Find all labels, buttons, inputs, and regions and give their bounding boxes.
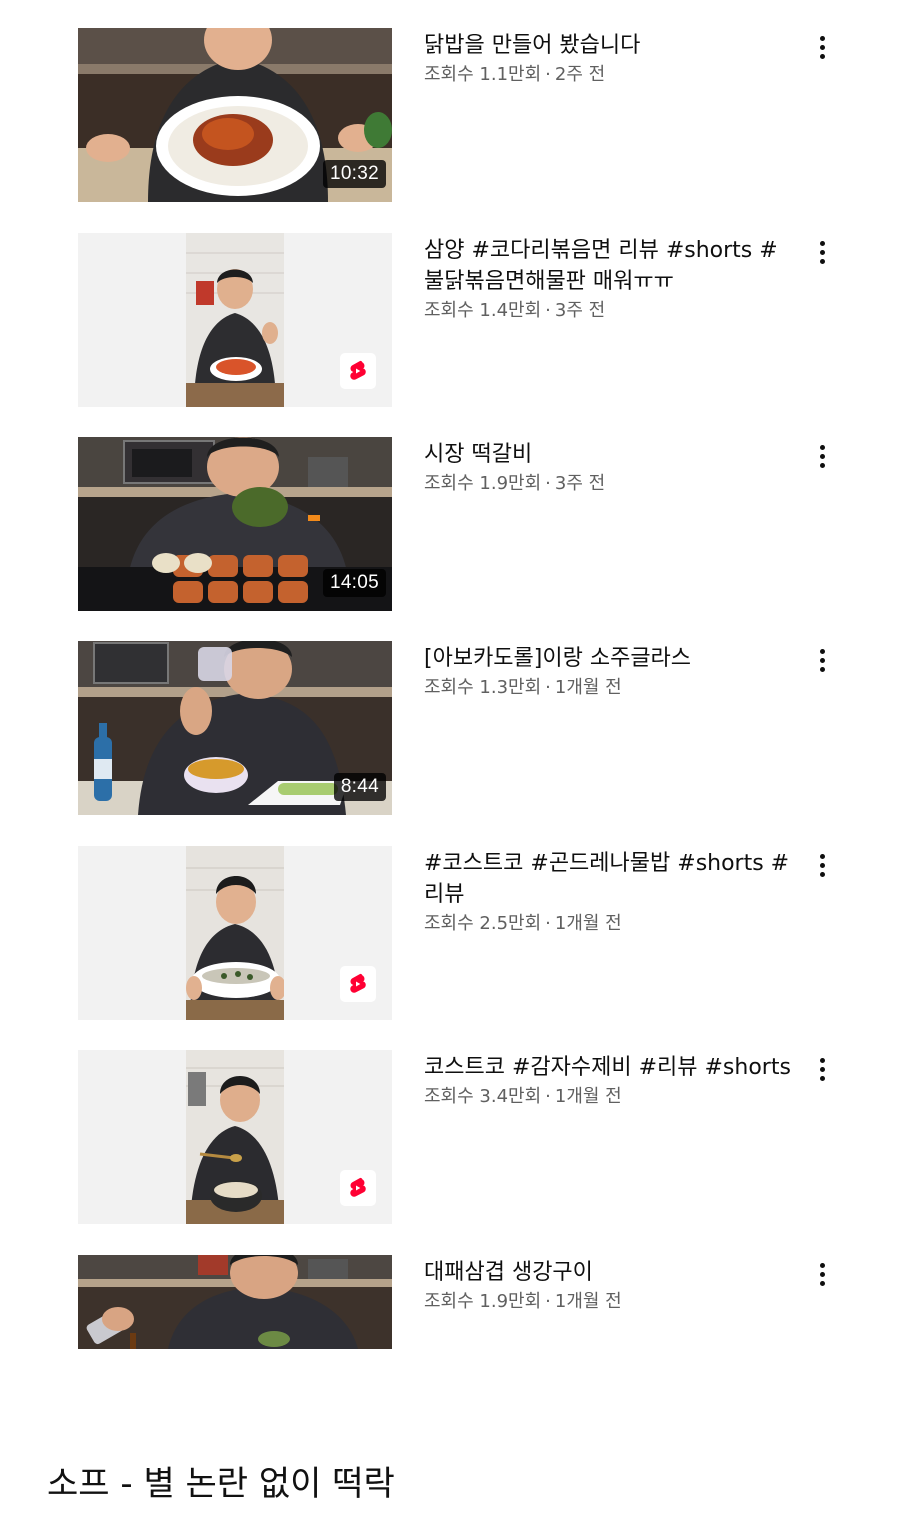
- video-item[interactable]: 14:05 시장 떡갈비 조회수 1.9만회 · 3주 전: [0, 437, 900, 611]
- video-meta: 코스트코 #감자수제비 #리뷰 #shorts 조회수 3.4만회 · 1개월 전: [424, 1052, 794, 1110]
- view-count: 조회수 3.4만회: [424, 1086, 542, 1107]
- separator: ·: [545, 1086, 551, 1107]
- more-vert-icon[interactable]: [808, 848, 836, 882]
- video-title[interactable]: 시장 떡갈비: [424, 439, 794, 470]
- video-item[interactable]: 대패삼겹 생강구이 조회수 1.9만회 · 1개월 전: [0, 1255, 900, 1349]
- video-stats: 조회수 3.4만회 · 1개월 전: [424, 1084, 794, 1110]
- thumbnail-image: [186, 846, 284, 1020]
- upload-age: 3주 전: [554, 473, 606, 494]
- more-vert-icon[interactable]: [808, 439, 836, 473]
- view-count: 조회수 2.5만회: [424, 913, 542, 934]
- video-meta: [아보카도롤]이랑 소주글라스 조회수 1.3만회 · 1개월 전: [424, 643, 794, 701]
- video-item[interactable]: 8:44 [아보카도롤]이랑 소주글라스 조회수 1.3만회 · 1개월 전: [0, 641, 900, 815]
- shorts-frame: [186, 1050, 284, 1224]
- video-item[interactable]: #코스트코 #곤드레나물밥 #shorts #리뷰 조회수 2.5만회 · 1개월 …: [0, 846, 900, 1020]
- separator: ·: [545, 1291, 551, 1312]
- video-stats: 조회수 1.1만회 · 2주 전: [424, 62, 794, 88]
- view-count: 조회수 1.3만회: [424, 677, 542, 698]
- video-meta: 삼양 #코다리볶음면 리뷰 #shorts #불닭볶음면해물판 매워ㅠㅠ 조회수…: [424, 235, 794, 324]
- video-title[interactable]: #코스트코 #곤드레나물밥 #shorts #리뷰: [424, 848, 794, 910]
- separator: ·: [545, 677, 551, 698]
- video-meta: 닭밥을 만들어 봤습니다 조회수 1.1만회 · 2주 전: [424, 30, 794, 88]
- video-item[interactable]: 코스트코 #감자수제비 #리뷰 #shorts 조회수 3.4만회 · 1개월 전: [0, 1050, 900, 1224]
- video-stats: 조회수 1.9만회 · 3주 전: [424, 471, 794, 497]
- upload-age: 1개월 전: [554, 1086, 622, 1107]
- upload-age: 2주 전: [554, 64, 606, 85]
- upload-age: 3주 전: [554, 300, 606, 321]
- video-title[interactable]: 닭밥을 만들어 봤습니다: [424, 30, 794, 61]
- separator: ·: [545, 64, 551, 85]
- video-meta: 대패삼겹 생강구이 조회수 1.9만회 · 1개월 전: [424, 1257, 794, 1315]
- video-thumbnail[interactable]: [78, 233, 392, 407]
- more-vert-icon[interactable]: [808, 1257, 836, 1291]
- video-thumbnail[interactable]: [78, 1255, 392, 1349]
- video-item[interactable]: 10:32 닭밥을 만들어 봤습니다 조회수 1.1만회 · 2주 전: [0, 28, 900, 202]
- duration-badge: 8:44: [333, 773, 386, 801]
- upload-age: 1개월 전: [554, 677, 622, 698]
- more-vert-icon[interactable]: [808, 643, 836, 677]
- duration-badge: 10:32: [322, 160, 386, 188]
- view-count: 조회수 1.1만회: [424, 64, 542, 85]
- shorts-logo-icon: [340, 353, 376, 389]
- more-vert-icon[interactable]: [808, 30, 836, 64]
- view-count: 조회수 1.4만회: [424, 300, 542, 321]
- shorts-logo-icon: [340, 966, 376, 1002]
- video-meta: 시장 떡갈비 조회수 1.9만회 · 3주 전: [424, 439, 794, 497]
- video-thumbnail[interactable]: [78, 1050, 392, 1224]
- caption-text: 소프 - 별 논란 없이 떡락: [47, 1464, 395, 1504]
- upload-age: 1개월 전: [554, 1291, 622, 1312]
- video-item[interactable]: 삼양 #코다리볶음면 리뷰 #shorts #불닭볶음면해물판 매워ㅠㅠ 조회수…: [0, 233, 900, 407]
- video-thumbnail[interactable]: 8:44: [78, 641, 392, 815]
- thumbnail-image: [186, 1050, 284, 1224]
- separator: ·: [545, 913, 551, 934]
- shorts-frame: [186, 233, 284, 407]
- view-count: 조회수 1.9만회: [424, 1291, 542, 1312]
- video-meta: #코스트코 #곤드레나물밥 #shorts #리뷰 조회수 2.5만회 · 1개월 …: [424, 848, 794, 937]
- duration-badge: 14:05: [322, 569, 386, 597]
- separator: ·: [545, 473, 551, 494]
- video-stats: 조회수 1.4만회 · 3주 전: [424, 298, 794, 324]
- more-vert-icon[interactable]: [808, 235, 836, 269]
- thumbnail-image: [78, 1255, 392, 1349]
- video-thumbnail[interactable]: [78, 846, 392, 1020]
- thumbnail-image: [186, 233, 284, 407]
- video-stats: 조회수 2.5만회 · 1개월 전: [424, 911, 794, 937]
- video-title[interactable]: 대패삼겹 생강구이: [424, 1257, 794, 1288]
- more-vert-icon[interactable]: [808, 1052, 836, 1086]
- video-thumbnail[interactable]: 10:32: [78, 28, 392, 202]
- view-count: 조회수 1.9만회: [424, 473, 542, 494]
- upload-age: 1개월 전: [554, 913, 622, 934]
- shorts-logo-icon: [340, 1170, 376, 1206]
- video-title[interactable]: 삼양 #코다리볶음면 리뷰 #shorts #불닭볶음면해물판 매워ㅠㅠ: [424, 235, 794, 297]
- video-stats: 조회수 1.9만회 · 1개월 전: [424, 1289, 794, 1315]
- video-title[interactable]: [아보카도롤]이랑 소주글라스: [424, 643, 794, 674]
- separator: ·: [545, 300, 551, 321]
- video-stats: 조회수 1.3만회 · 1개월 전: [424, 675, 794, 701]
- shorts-frame: [186, 846, 284, 1020]
- video-thumbnail[interactable]: 14:05: [78, 437, 392, 611]
- video-title[interactable]: 코스트코 #감자수제비 #리뷰 #shorts: [424, 1052, 794, 1083]
